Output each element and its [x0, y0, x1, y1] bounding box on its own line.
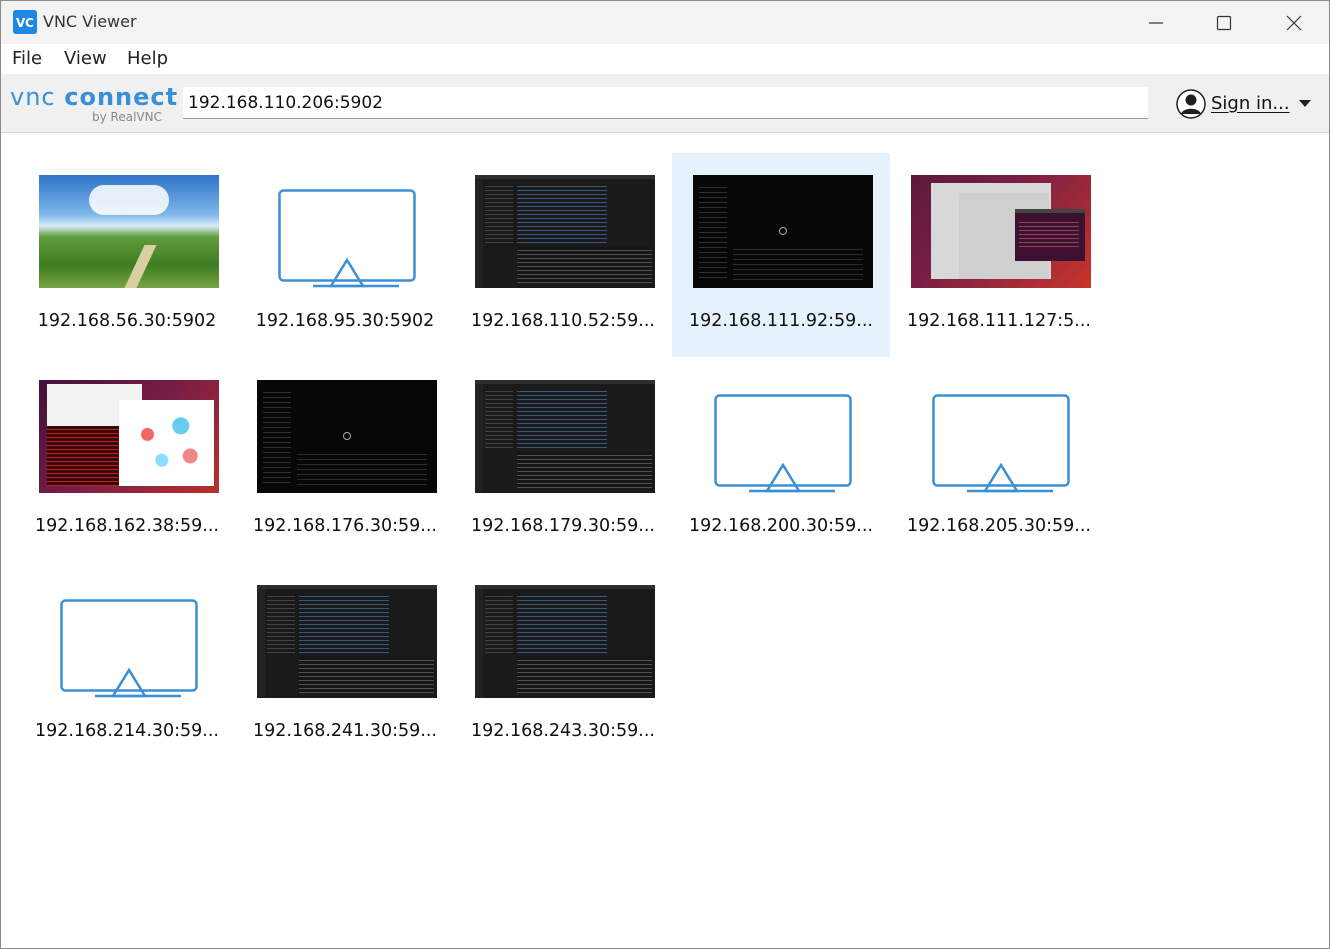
monitor-icon — [60, 599, 198, 698]
connection-tile[interactable]: 192.168.56.30:5902 — [18, 153, 236, 357]
logo-wordmark: vnc connect — [10, 83, 178, 111]
desktop-thumbnail — [39, 175, 219, 288]
menu-file[interactable]: File — [12, 48, 42, 69]
connection-label: 192.168.243.30:59... — [470, 721, 655, 741]
minimize-button[interactable] — [1121, 1, 1191, 44]
close-icon — [1286, 15, 1302, 31]
logo-subtitle: by RealVNC — [92, 110, 162, 124]
maximize-button[interactable] — [1189, 1, 1259, 44]
monitor-icon — [714, 394, 852, 493]
sign-in-label: Sign in... — [1211, 93, 1290, 114]
connection-label: 192.168.110.52:59... — [470, 311, 655, 331]
connection-label: 192.168.95.30:5902 — [255, 311, 435, 331]
connection-tile[interactable]: 192.168.179.30:59... — [454, 358, 672, 562]
close-button[interactable] — [1259, 1, 1329, 44]
address-book-grid: 192.168.56.30:5902 192.168.95.30:5902 192.… — [1, 133, 1329, 948]
desktop-thumbnail — [257, 585, 437, 698]
connection-label: 192.168.111.127:5... — [906, 311, 1091, 331]
connection-tile[interactable]: 192.168.200.30:59... — [672, 358, 890, 562]
connection-tile[interactable]: 192.168.214.30:59... — [18, 563, 236, 767]
connection-label: 192.168.56.30:5902 — [37, 311, 217, 331]
maximize-icon — [1216, 15, 1232, 31]
connection-tile[interactable]: 192.168.241.30:59... — [236, 563, 454, 767]
desktop-thumbnail — [693, 175, 873, 288]
connection-tile[interactable]: 192.168.205.30:59... — [890, 358, 1108, 562]
menu-view[interactable]: View — [64, 48, 107, 69]
connection-label: 192.168.205.30:59... — [906, 516, 1091, 536]
monitor-icon — [693, 376, 873, 498]
connection-label: 192.168.214.30:59... — [34, 721, 219, 741]
connection-tile[interactable]: 192.168.176.30:59... — [236, 358, 454, 562]
desktop-thumbnail — [39, 380, 219, 493]
connection-tile[interactable]: 192.168.95.30:5902 — [236, 153, 454, 357]
menu-help[interactable]: Help — [127, 48, 168, 69]
minimize-icon — [1149, 22, 1163, 24]
svg-text:C: C — [25, 16, 34, 30]
toolbar: vnc connect by RealVNC Sign in... — [1, 74, 1329, 133]
desktop-thumbnail — [911, 175, 1091, 288]
title-bar: V C VNC Viewer — [1, 1, 1329, 44]
connection-tile[interactable]: 192.168.111.127:5... — [890, 153, 1108, 357]
monitor-icon — [911, 376, 1091, 498]
monitor-icon — [39, 581, 219, 703]
desktop-thumbnail — [475, 175, 655, 288]
desktop-thumbnail — [475, 585, 655, 698]
connection-tile[interactable]: 192.168.111.92:59... — [672, 153, 890, 357]
connection-tile[interactable]: 192.168.162.38:59... — [18, 358, 236, 562]
connection-label: 192.168.241.30:59... — [252, 721, 437, 741]
window-title: VNC Viewer — [43, 12, 137, 31]
chevron-down-icon — [1299, 100, 1311, 107]
connection-label: 192.168.111.92:59... — [688, 311, 873, 331]
logo-connect-text: connect — [64, 83, 179, 111]
monitor-icon — [932, 394, 1070, 493]
menu-bar: File View Help — [1, 44, 1329, 74]
logo-vnc-text: vnc — [10, 83, 56, 111]
monitor-icon — [278, 189, 416, 288]
connection-label: 192.168.162.38:59... — [34, 516, 219, 536]
connection-label: 192.168.176.30:59... — [252, 516, 437, 536]
connection-label: 192.168.200.30:59... — [688, 516, 873, 536]
vnc-app-icon: V C — [13, 10, 37, 34]
vnc-viewer-window: V C VNC Viewer File View Help vnc connec… — [0, 0, 1330, 949]
desktop-thumbnail — [475, 380, 655, 493]
vnc-connect-logo: vnc connect by RealVNC — [9, 80, 177, 126]
sign-in-button[interactable]: Sign in... — [1173, 88, 1319, 122]
user-avatar-icon — [1176, 89, 1206, 119]
connection-tile[interactable]: 192.168.110.52:59... — [454, 153, 672, 357]
connection-tile[interactable]: 192.168.243.30:59... — [454, 563, 672, 767]
monitor-icon — [257, 171, 437, 293]
desktop-thumbnail — [257, 380, 437, 493]
connection-label: 192.168.179.30:59... — [470, 516, 655, 536]
address-input[interactable] — [183, 87, 1148, 119]
